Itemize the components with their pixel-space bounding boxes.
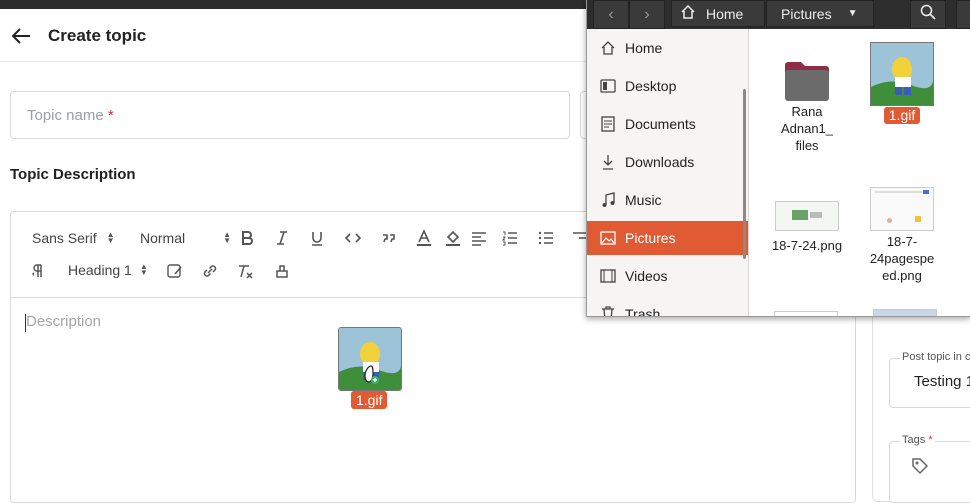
- file-item-gif[interactable]: 1.gif: [857, 42, 947, 125]
- desktop-icon: [599, 78, 617, 94]
- place-label: Trash: [625, 306, 661, 317]
- place-pictures[interactable]: Pictures: [587, 221, 748, 255]
- pictures-icon: [599, 230, 617, 246]
- page-title: Create topic: [48, 26, 147, 45]
- select-arrows-icon: ▲ ▼: [139, 262, 148, 277]
- documents-icon: [599, 116, 617, 132]
- tag-icon: [910, 456, 930, 481]
- place-trash[interactable]: Trash: [587, 297, 748, 317]
- partial-file-thumbnail: [873, 309, 937, 316]
- chevron-right-icon: ›: [644, 5, 650, 23]
- search-icon: [920, 4, 936, 25]
- description-heading: Topic Description: [10, 166, 136, 183]
- file-grid: Rana Adnan1_ files 1.gif 18-7-24.png 18-…: [749, 29, 970, 316]
- view-options-button[interactable]: [956, 0, 970, 29]
- place-label: Home: [625, 40, 663, 56]
- places-sidebar: Home Desktop Documents Downloads Music P…: [587, 29, 749, 316]
- png-thumbnail: [870, 187, 934, 231]
- png-thumbnail: [775, 201, 839, 231]
- music-icon: [599, 192, 617, 208]
- file-item-png[interactable]: 18-7- 24pagespe ed.png: [857, 187, 947, 284]
- folder-icon: [783, 59, 831, 103]
- place-label: Documents: [625, 116, 696, 132]
- topic-name-input[interactable]: Topic name *: [10, 91, 570, 139]
- embed-icon[interactable]: [273, 262, 291, 280]
- trash-icon: [599, 306, 617, 316]
- file-chooser-dialog: ‹ › Home Pictures ▼ Home Desktop Documen…: [586, 0, 970, 317]
- post-topic-select[interactable]: Post topic in c Testing 1: [889, 351, 970, 408]
- place-label: Videos: [625, 268, 668, 284]
- path-home-button[interactable]: Home: [671, 0, 765, 27]
- gif-thumbnail: [870, 42, 934, 106]
- bold-icon[interactable]: [238, 229, 256, 247]
- chevron-left-icon: ‹: [608, 5, 614, 23]
- partial-file-thumbnail: [774, 311, 838, 316]
- path-pictures-button[interactable]: Pictures ▼: [766, 0, 874, 27]
- ordered-list-icon[interactable]: [501, 229, 519, 247]
- underline-icon[interactable]: [308, 229, 326, 247]
- formula-icon[interactable]: [166, 262, 184, 280]
- tags-label: Tags *: [900, 434, 935, 446]
- file-name: 18-7- 24pagespe ed.png: [869, 234, 935, 283]
- dragged-file-thumbnail: [338, 327, 402, 391]
- file-name: 18-7-24.png: [771, 238, 843, 253]
- background-color-icon[interactable]: [444, 229, 462, 247]
- places-scrollbar[interactable]: [743, 89, 746, 259]
- videos-icon: [599, 268, 617, 284]
- blockquote-icon[interactable]: [380, 229, 398, 247]
- bullet-list-icon[interactable]: [537, 229, 555, 247]
- home-icon: [599, 40, 617, 56]
- file-name: Rana Adnan1_ files: [780, 104, 834, 153]
- editor-content[interactable]: Description: [11, 298, 855, 498]
- tags-input[interactable]: Tags *: [889, 434, 970, 503]
- italic-icon[interactable]: [273, 229, 291, 247]
- post-topic-label: Post topic in c: [900, 351, 970, 363]
- text-direction-icon[interactable]: [30, 262, 48, 280]
- forward-nav-button[interactable]: ›: [629, 0, 665, 29]
- file-item-png[interactable]: 18-7-24.png: [762, 201, 852, 254]
- place-downloads[interactable]: Downloads: [587, 145, 748, 179]
- path-pictures-label: Pictures: [781, 5, 832, 22]
- path-home-label: Home: [706, 5, 744, 22]
- dragged-file-label: 1.gif: [351, 391, 388, 409]
- place-label: Pictures: [625, 230, 676, 246]
- home-icon: [680, 4, 696, 23]
- dropdown-arrow-icon: ▼: [847, 8, 858, 19]
- back-nav-button[interactable]: ‹: [593, 0, 629, 29]
- dialog-search-button[interactable]: [910, 0, 946, 29]
- file-dialog-header: ‹ › Home Pictures ▼: [587, 0, 970, 29]
- post-topic-value: Testing 1: [914, 373, 970, 390]
- file-item-folder[interactable]: Rana Adnan1_ files: [762, 59, 852, 154]
- topic-settings-card: Post topic in c Testing 1 Tags *: [872, 300, 970, 503]
- description-placeholder: Description: [26, 313, 102, 330]
- place-videos[interactable]: Videos: [587, 259, 748, 293]
- font-family-select[interactable]: Sans Serif ▲ ▼: [32, 230, 115, 246]
- topic-name-placeholder: Topic name *: [27, 107, 114, 124]
- link-icon[interactable]: [201, 262, 219, 280]
- place-documents[interactable]: Documents: [587, 107, 748, 141]
- place-music[interactable]: Music: [587, 183, 748, 217]
- select-arrows-icon: ▲ ▼: [223, 230, 232, 245]
- heading-value: Heading 1: [68, 262, 132, 278]
- place-label: Music: [625, 192, 662, 208]
- select-arrows-icon: ▲ ▼: [106, 230, 115, 245]
- text-color-icon[interactable]: [415, 229, 433, 247]
- code-icon[interactable]: [344, 229, 362, 247]
- place-label: Downloads: [625, 154, 695, 170]
- font-family-value: Sans Serif: [32, 230, 97, 246]
- font-size-select[interactable]: Normal ▲ ▼: [140, 230, 231, 246]
- place-label: Desktop: [625, 78, 677, 94]
- font-size-value: Normal: [140, 230, 186, 246]
- align-icon[interactable]: [470, 229, 488, 247]
- back-arrow-icon[interactable]: [10, 26, 32, 46]
- heading-select[interactable]: Heading 1 ▲ ▼: [68, 262, 148, 278]
- place-desktop[interactable]: Desktop: [587, 69, 748, 103]
- place-home[interactable]: Home: [587, 31, 748, 65]
- clear-format-icon[interactable]: [236, 262, 254, 280]
- file-name: 1.gif: [883, 107, 921, 124]
- download-icon: [599, 154, 617, 170]
